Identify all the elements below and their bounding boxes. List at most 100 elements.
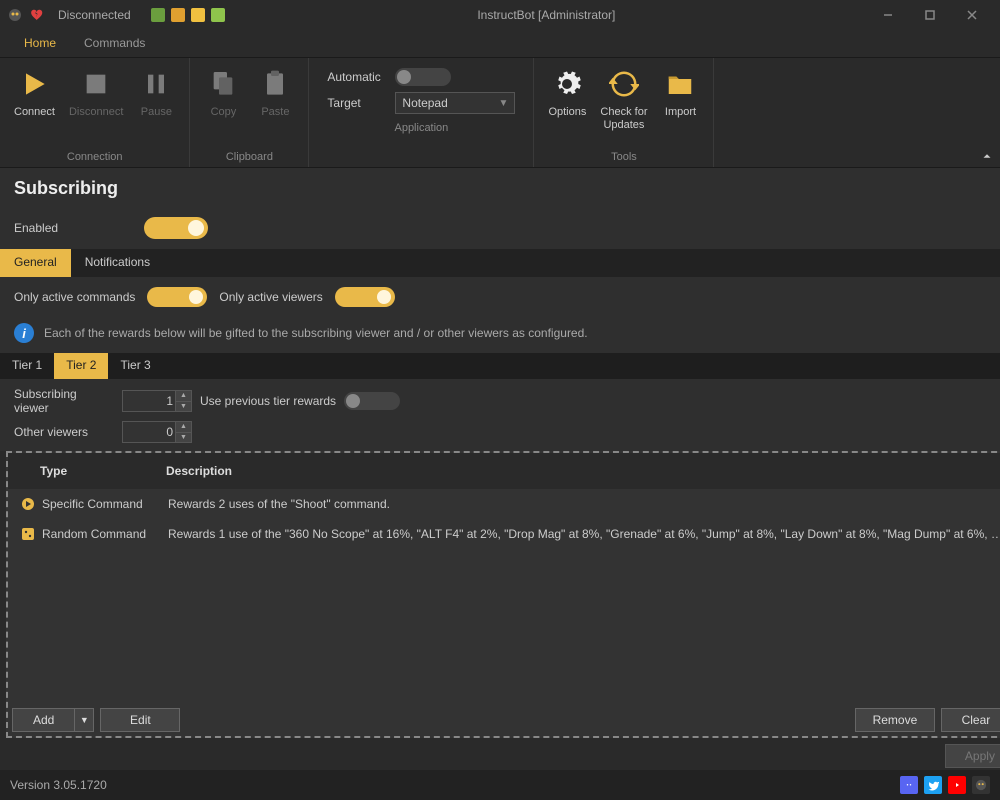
label: Disconnect (69, 106, 123, 119)
gear-icon (549, 66, 585, 102)
label: Copy (211, 106, 237, 119)
disconnect-button: Disconnect (63, 62, 129, 123)
add-dropdown[interactable]: ▼ (75, 709, 93, 731)
discord-icon[interactable] (900, 776, 918, 794)
table-row[interactable]: Random Command Rewards 1 use of the "360… (8, 519, 1000, 549)
label: Import (665, 106, 696, 119)
paste-icon (257, 66, 293, 102)
bot-footer-icon[interactable] (972, 776, 990, 794)
panel-footer: Add ▼ Edit Remove Clear (8, 704, 1000, 736)
page-title: Subscribing (0, 168, 1000, 211)
status-badge-2 (171, 8, 185, 22)
check-updates-button[interactable]: Check for Updates (594, 62, 653, 136)
connection-status: Disconnected (58, 8, 131, 22)
rewards-panel: Type Description Specific Command Reward… (6, 451, 1000, 738)
remove-button[interactable]: Remove (855, 708, 935, 732)
spin-up[interactable]: ▲ (175, 391, 191, 402)
only-active-commands-label: Only active commands (14, 290, 135, 304)
copy-icon (205, 66, 241, 102)
tab-tier-1[interactable]: Tier 1 (0, 353, 54, 379)
label: Paste (261, 106, 289, 119)
specific-command-icon (20, 496, 36, 512)
folder-icon (662, 66, 698, 102)
ribbon: Connect Disconnect Pause Connection Copy… (0, 58, 1000, 168)
group-application: Application (317, 120, 525, 136)
target-label: Target (327, 96, 387, 110)
tab-tier-2[interactable]: Tier 2 (54, 353, 108, 379)
spin-up[interactable]: ▲ (175, 422, 191, 433)
play-icon (16, 66, 52, 102)
random-command-icon (20, 526, 36, 542)
pause-button: Pause (131, 62, 181, 123)
use-previous-toggle[interactable] (344, 392, 400, 410)
label: Check for Updates (600, 106, 647, 132)
copy-button: Copy (198, 62, 248, 123)
tab-notifications[interactable]: Notifications (71, 249, 164, 277)
only-active-viewers-toggle[interactable] (335, 287, 395, 307)
value: 1 (166, 394, 173, 408)
automatic-label: Automatic (327, 70, 387, 84)
use-previous-label: Use previous tier rewards (200, 394, 336, 408)
version-label: Version 3.05.1720 (10, 778, 107, 792)
only-active-commands-toggle[interactable] (147, 287, 207, 307)
youtube-icon[interactable] (948, 776, 966, 794)
app-icon (8, 8, 22, 22)
group-tools: Tools (542, 149, 705, 165)
heart-broken-icon (30, 8, 44, 22)
menu-commands[interactable]: Commands (70, 30, 159, 57)
label: Options (548, 106, 586, 119)
content: Subscribing Enabled General Notification… (0, 168, 1000, 770)
target-value: Notepad (402, 96, 447, 110)
table-row[interactable]: Specific Command Rewards 2 uses of the "… (8, 489, 1000, 519)
row-desc: Rewards 2 uses of the "Shoot" command. (168, 497, 1000, 511)
collapse-ribbon[interactable] (980, 149, 994, 163)
add-button[interactable]: Add ▼ (12, 708, 94, 732)
group-clipboard: Clipboard (198, 149, 300, 165)
spin-down[interactable]: ▼ (175, 402, 191, 412)
label: Add (13, 709, 75, 731)
table-header: Type Description (8, 453, 1000, 489)
menubar: Home Commands (0, 30, 1000, 58)
value: 0 (166, 425, 173, 439)
pause-icon (138, 66, 174, 102)
status-badge-3 (191, 8, 205, 22)
menu-home[interactable]: Home (10, 30, 70, 57)
subscribing-viewer-input[interactable]: 1 ▲▼ (122, 390, 192, 412)
other-viewers-label: Other viewers (14, 425, 114, 439)
tab-tier-3[interactable]: Tier 3 (108, 353, 162, 379)
clear-button[interactable]: Clear (941, 708, 1000, 732)
edit-button[interactable]: Edit (100, 708, 180, 732)
options-button[interactable]: Options (542, 62, 592, 123)
main-tabs: General Notifications (0, 249, 1000, 277)
maximize-button[interactable] (910, 1, 950, 29)
window-title: InstructBot [Administrator] (225, 8, 868, 22)
subscribing-viewer-label: Subscribing viewer (14, 387, 114, 415)
connect-button[interactable]: Connect (8, 62, 61, 123)
spin-down[interactable]: ▼ (175, 433, 191, 443)
enabled-toggle[interactable] (144, 217, 208, 239)
info-text: Each of the rewards below will be gifted… (44, 326, 588, 340)
titlebar: Disconnected InstructBot [Administrator] (0, 0, 1000, 30)
statusbar: Version 3.05.1720 (0, 770, 1000, 800)
close-button[interactable] (952, 1, 992, 29)
row-type: Specific Command (42, 497, 168, 511)
col-desc[interactable]: Description (166, 464, 1000, 478)
row-desc: Rewards 1 use of the "360 No Scope" at 1… (168, 527, 1000, 541)
target-select[interactable]: Notepad ▼ (395, 92, 515, 114)
refresh-icon (606, 66, 642, 102)
row-type: Random Command (42, 527, 168, 541)
tab-general[interactable]: General (0, 249, 71, 277)
status-badge-4 (211, 8, 225, 22)
col-type[interactable]: Type (40, 464, 166, 478)
paste-button: Paste (250, 62, 300, 123)
other-viewers-input[interactable]: 0 ▲▼ (122, 421, 192, 443)
table-body: Specific Command Rewards 2 uses of the "… (8, 489, 1000, 704)
apply-button: Apply (945, 744, 1000, 768)
automatic-toggle[interactable] (395, 68, 451, 86)
twitter-icon[interactable] (924, 776, 942, 794)
chevron-down-icon: ▼ (499, 98, 509, 109)
info-icon: i (14, 323, 34, 343)
minimize-button[interactable] (868, 1, 908, 29)
import-button[interactable]: Import (655, 62, 705, 123)
label: Pause (141, 106, 172, 119)
